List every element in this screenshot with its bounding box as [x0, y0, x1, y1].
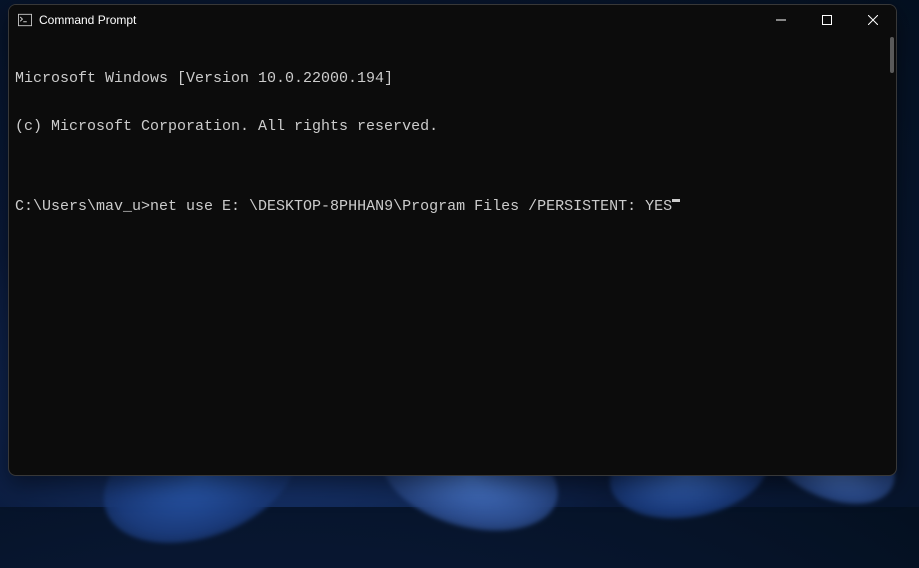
terminal-prompt-line: C:\Users\mav_u>net use E: \DESKTOP-8PHHA… [15, 199, 890, 215]
cmd-icon [17, 12, 33, 28]
terminal-output-line: (c) Microsoft Corporation. All rights re… [15, 119, 890, 135]
window-controls [758, 5, 896, 35]
minimize-button[interactable] [758, 5, 804, 35]
command-prompt-window: Command Prompt Microsoft Windows [Versio… [8, 4, 897, 476]
terminal-area[interactable]: Microsoft Windows [Version 10.0.22000.19… [9, 35, 896, 475]
scrollbar-thumb[interactable] [890, 37, 894, 73]
cursor [672, 199, 680, 202]
maximize-button[interactable] [804, 5, 850, 35]
command-text: net use E: \DESKTOP-8PHHAN9\Program File… [150, 199, 672, 215]
terminal-output-line: Microsoft Windows [Version 10.0.22000.19… [15, 71, 890, 87]
titlebar[interactable]: Command Prompt [9, 5, 896, 35]
window-title: Command Prompt [39, 13, 136, 27]
close-button[interactable] [850, 5, 896, 35]
prompt-text: C:\Users\mav_u> [15, 199, 150, 215]
